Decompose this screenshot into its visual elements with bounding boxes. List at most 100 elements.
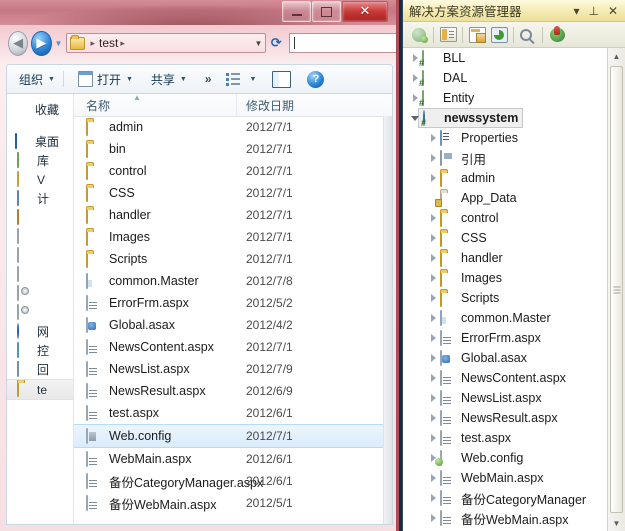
- tree-item-images[interactable]: Images: [403, 268, 625, 288]
- open-button[interactable]: 打开 ▼: [72, 68, 139, 90]
- scrollbar-thumb[interactable]: [610, 66, 623, 513]
- table-row[interactable]: bin 2012/7/1: [74, 138, 392, 160]
- table-row[interactable]: admin 2012/7/1: [74, 116, 392, 138]
- table-row[interactable]: ErrorFrm.aspx 2012/5/2: [74, 292, 392, 314]
- table-row-selected[interactable]: Web.config 2012/7/1: [74, 424, 392, 448]
- tree-item-backup-webmain[interactable]: 备份WebMain.aspx: [403, 508, 625, 528]
- nav-item-recycle-bin[interactable]: 回: [7, 360, 73, 379]
- tree-item-global-asax[interactable]: Global.asax: [403, 348, 625, 368]
- column-header-date-modified[interactable]: 修改日期: [237, 97, 294, 114]
- nav-item-system-drive[interactable]: [7, 208, 73, 227]
- tree-item-test-aspx[interactable]: test.aspx: [403, 428, 625, 448]
- scroll-down-icon[interactable]: ▼: [608, 515, 625, 531]
- collapse-twisty-icon[interactable]: [411, 114, 420, 123]
- address-dropdown-icon[interactable]: ▼: [255, 39, 263, 48]
- table-row[interactable]: common.Master 2012/7/8: [74, 270, 392, 292]
- share-button[interactable]: 共享 ▼: [145, 68, 193, 90]
- solution-tree-scrollbar[interactable]: ▲ ▼: [607, 48, 625, 531]
- close-icon[interactable]: ✕: [608, 4, 618, 18]
- tree-item-entity[interactable]: Entity: [403, 88, 625, 108]
- breadcrumb-item-test[interactable]: test: [99, 36, 118, 50]
- show-all-files-icon[interactable]: [437, 25, 459, 45]
- view-in-browser-icon[interactable]: [546, 25, 568, 45]
- nav-item-cd-drive-2[interactable]: [7, 303, 73, 322]
- tree-item-web-config[interactable]: Web.config: [403, 448, 625, 468]
- expand-twisty-icon[interactable]: [429, 334, 438, 343]
- nav-item-drive-3[interactable]: [7, 265, 73, 284]
- properties-icon[interactable]: [408, 25, 430, 45]
- tree-item-admin[interactable]: admin: [403, 168, 625, 188]
- nav-item-cd-drive-1[interactable]: [7, 284, 73, 303]
- nav-item-drive-2[interactable]: [7, 246, 73, 265]
- tree-item-newscontent[interactable]: NewsContent.aspx: [403, 368, 625, 388]
- search-input[interactable]: [289, 33, 399, 53]
- tree-item-errorfrm[interactable]: ErrorFrm.aspx: [403, 328, 625, 348]
- pin-icon[interactable]: ⊥: [588, 4, 598, 18]
- refresh-icon[interactable]: [488, 25, 510, 45]
- refresh-button[interactable]: ⟳: [267, 33, 284, 53]
- tree-item-webmain[interactable]: WebMain.aspx: [403, 468, 625, 488]
- panel-dropdown-button[interactable]: ▾: [573, 4, 579, 18]
- nav-item-test-folder[interactable]: te: [7, 379, 73, 400]
- tree-item-newssystem[interactable]: newssystem: [403, 108, 625, 128]
- expand-twisty-icon[interactable]: [429, 134, 438, 143]
- expand-twisty-icon[interactable]: [429, 274, 438, 283]
- tree-item-control[interactable]: control: [403, 208, 625, 228]
- expand-twisty-icon[interactable]: [429, 254, 438, 263]
- expand-twisty-icon[interactable]: [429, 434, 438, 443]
- tree-item-app-data[interactable]: App_Data: [403, 188, 625, 208]
- nav-item-network[interactable]: 网: [7, 322, 73, 341]
- tree-item-common-master[interactable]: common.Master: [403, 308, 625, 328]
- tree-item-css[interactable]: CSS: [403, 228, 625, 248]
- table-row[interactable]: Scripts 2012/7/1: [74, 248, 392, 270]
- table-row[interactable]: Global.asax 2012/4/2: [74, 314, 392, 336]
- nav-item-user[interactable]: V: [7, 170, 73, 189]
- tree-item-newsresult[interactable]: NewsResult.aspx: [403, 408, 625, 428]
- maximize-button[interactable]: [312, 1, 341, 22]
- help-button[interactable]: ?: [307, 71, 324, 88]
- nav-item-favorites[interactable]: 收藏: [7, 100, 73, 119]
- expand-twisty-icon[interactable]: [429, 354, 438, 363]
- column-header-name[interactable]: ▲ 名称: [74, 94, 237, 116]
- tree-item-newslist[interactable]: NewsList.aspx: [403, 388, 625, 408]
- show-preview-pane-button[interactable]: [272, 71, 291, 88]
- back-button[interactable]: ◀: [8, 31, 28, 56]
- nav-item-desktop[interactable]: 桌面: [7, 132, 73, 151]
- address-bar[interactable]: ▸ test ▸ ▼: [66, 33, 266, 53]
- file-list-scrollbar[interactable]: [383, 116, 392, 524]
- table-row[interactable]: NewsContent.aspx 2012/7/1: [74, 336, 392, 358]
- nav-item-drive-1[interactable]: [7, 227, 73, 246]
- nav-item-control-panel[interactable]: 控: [7, 341, 73, 360]
- scroll-up-icon[interactable]: ▲: [608, 48, 625, 64]
- close-button[interactable]: ✕: [342, 1, 388, 22]
- expand-twisty-icon[interactable]: [429, 314, 438, 323]
- nav-item-libraries[interactable]: 库: [7, 151, 73, 170]
- expand-twisty-icon[interactable]: [429, 234, 438, 243]
- nav-item-computer[interactable]: 计: [7, 189, 73, 208]
- view-designer-icon[interactable]: [517, 25, 539, 45]
- table-row[interactable]: test.aspx 2012/6/1: [74, 402, 392, 424]
- tree-item-references[interactable]: 引用: [403, 148, 625, 168]
- expand-twisty-icon[interactable]: [429, 414, 438, 423]
- tree-item-handler[interactable]: handler: [403, 248, 625, 268]
- expand-twisty-icon[interactable]: [429, 474, 438, 483]
- toolbar-overflow-button[interactable]: »: [205, 72, 212, 86]
- table-row[interactable]: handler 2012/7/1: [74, 204, 392, 226]
- forward-button[interactable]: ▶: [31, 31, 51, 56]
- history-dropdown-button[interactable]: ▼: [55, 39, 63, 48]
- change-view-button[interactable]: ▼: [226, 73, 257, 86]
- tree-item-dal[interactable]: DAL: [403, 68, 625, 88]
- view-code-icon[interactable]: [466, 25, 488, 45]
- expand-twisty-icon[interactable]: [429, 394, 438, 403]
- table-row[interactable]: 备份CategoryManager.aspx 2012/6/1: [74, 470, 392, 492]
- organize-button[interactable]: 组织 ▼: [13, 68, 61, 90]
- tree-item-backup-categorymanager[interactable]: 备份CategoryManager: [403, 488, 625, 508]
- tree-item-properties[interactable]: Properties: [403, 128, 625, 148]
- expand-twisty-icon[interactable]: [429, 174, 438, 183]
- expand-twisty-icon[interactable]: [429, 374, 438, 383]
- tree-item-scripts[interactable]: Scripts: [403, 288, 625, 308]
- table-row[interactable]: NewsList.aspx 2012/7/9: [74, 358, 392, 380]
- expand-twisty-icon[interactable]: [429, 514, 438, 523]
- table-row[interactable]: Images 2012/7/1: [74, 226, 392, 248]
- table-row[interactable]: NewsResult.aspx 2012/6/9: [74, 380, 392, 402]
